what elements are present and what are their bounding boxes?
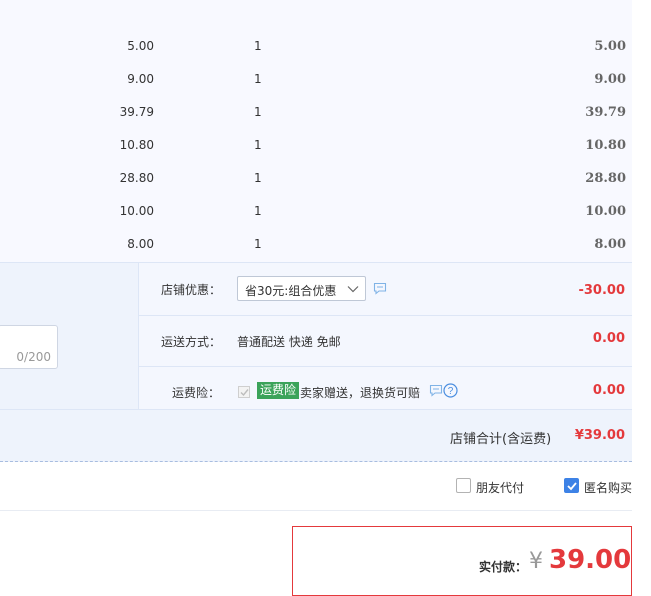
insurance-badge: 运费险 bbox=[257, 382, 300, 399]
item-subtotal: 10.80 bbox=[585, 138, 626, 153]
list-item: 28.80 1 28.80 bbox=[0, 162, 632, 195]
item-quantity: 1 bbox=[254, 171, 262, 185]
checkmark-icon bbox=[567, 482, 577, 491]
shipping-label: 运送方式： bbox=[161, 335, 222, 349]
divider bbox=[0, 409, 632, 410]
shop-summary-panel: 0/200 店铺优惠： 省30元:组合优惠 -30.00 运送方式： 普通配送 … bbox=[0, 262, 633, 462]
discount-label: 店铺优惠： bbox=[161, 283, 222, 297]
insurance-description: 卖家赠送，退换货可赔 bbox=[300, 386, 421, 400]
item-quantity: 1 bbox=[254, 39, 262, 53]
chevron-down-icon bbox=[347, 286, 359, 293]
buyer-message-input[interactable]: 0/200 bbox=[0, 325, 58, 369]
chat-icon[interactable] bbox=[429, 384, 443, 397]
item-subtotal: 28.80 bbox=[585, 171, 626, 186]
list-item: 39.79 1 39.79 bbox=[0, 96, 632, 129]
payment-amount: 39.00 bbox=[549, 545, 632, 575]
divider bbox=[139, 315, 633, 316]
insurance-fee: 0.00 bbox=[592, 383, 625, 398]
item-price: 9.00 bbox=[127, 72, 154, 86]
item-subtotal: 8.00 bbox=[594, 237, 626, 252]
item-quantity: 1 bbox=[254, 138, 262, 152]
item-quantity: 1 bbox=[254, 204, 262, 218]
item-quantity: 1 bbox=[254, 105, 262, 119]
discount-select[interactable]: 省30元:组合优惠 bbox=[237, 276, 366, 301]
order-items-list: 5.00 1 5.00 9.00 1 9.00 39.79 1 39.79 10… bbox=[0, 0, 632, 262]
divider bbox=[0, 510, 632, 511]
item-price: 39.79 bbox=[119, 105, 154, 119]
item-subtotal: 39.79 bbox=[585, 105, 626, 120]
item-subtotal: 9.00 bbox=[594, 72, 626, 87]
help-icon[interactable]: ? bbox=[443, 383, 458, 398]
list-item: 10.80 1 10.80 bbox=[0, 129, 632, 162]
item-price: 28.80 bbox=[119, 171, 154, 185]
insurance-label: 运费险： bbox=[172, 386, 221, 400]
list-item: 8.00 1 8.00 bbox=[0, 228, 632, 261]
list-item: 5.00 1 5.00 bbox=[0, 30, 632, 63]
currency-symbol: ¥ bbox=[529, 549, 543, 574]
item-quantity: 1 bbox=[254, 72, 262, 86]
item-price: 5.00 bbox=[127, 39, 154, 53]
insurance-checkbox bbox=[238, 386, 250, 398]
message-char-count: 0/200 bbox=[16, 350, 51, 364]
item-price: 10.80 bbox=[119, 138, 154, 152]
friend-pay-label[interactable]: 朋友代付 bbox=[476, 479, 524, 496]
anonymous-purchase-label[interactable]: 匿名购买 bbox=[584, 479, 632, 496]
divider bbox=[139, 366, 633, 367]
item-price: 8.00 bbox=[127, 237, 154, 251]
item-quantity: 1 bbox=[254, 237, 262, 251]
shop-total-amount: ¥39.00 bbox=[574, 428, 625, 443]
shipping-fee: 0.00 bbox=[592, 331, 625, 346]
anonymous-purchase-checkbox[interactable] bbox=[564, 478, 579, 493]
list-item: 9.00 1 9.00 bbox=[0, 63, 632, 96]
divider bbox=[0, 461, 632, 463]
payment-summary-box: 实付款： ¥ 39.00 bbox=[292, 526, 632, 596]
svg-text:?: ? bbox=[448, 386, 454, 397]
item-subtotal: 5.00 bbox=[594, 39, 626, 54]
payment-label: 实付款： bbox=[479, 560, 528, 574]
discount-amount: -30.00 bbox=[578, 283, 625, 298]
discount-selected-option: 省30元:组合优惠 bbox=[245, 284, 337, 298]
item-subtotal: 10.00 bbox=[585, 204, 626, 219]
shop-total-label: 店铺合计(含运费) bbox=[450, 432, 552, 447]
shipping-method: 普通配送 快递 免邮 bbox=[237, 335, 341, 349]
list-item: 10.00 1 10.00 bbox=[0, 195, 632, 228]
chat-icon[interactable] bbox=[373, 282, 387, 295]
checkmark-icon bbox=[240, 389, 249, 397]
item-price: 10.00 bbox=[119, 204, 154, 218]
page-edge bbox=[632, 0, 651, 582]
friend-pay-checkbox[interactable] bbox=[456, 478, 471, 493]
